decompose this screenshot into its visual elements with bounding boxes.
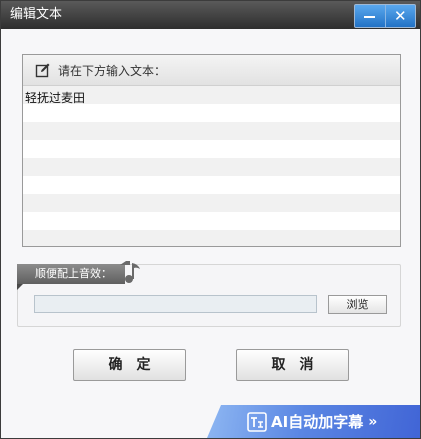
sound-effect-label: 顺便配上音效： (35, 267, 112, 280)
title-bar[interactable]: 编辑文本 ✕ (1, 1, 420, 29)
minimize-button[interactable] (355, 5, 385, 27)
text-editor-area: 轻抚过麦田 (23, 86, 400, 246)
ok-button[interactable]: 确定 (73, 349, 186, 381)
chevron-right-icon: » (368, 413, 378, 430)
window-title: 编辑文本 (10, 7, 63, 22)
text-input[interactable]: 轻抚过麦田 (23, 86, 400, 246)
browse-button[interactable]: 浏览 (328, 295, 387, 314)
sound-file-input[interactable] (34, 295, 317, 313)
window-controls: ✕ (354, 4, 416, 28)
ai-subtitle-button[interactable]: AI自动加字幕 » (207, 405, 420, 438)
sound-effect-tag: 顺便配上音效： (17, 264, 125, 284)
minimize-icon (364, 16, 376, 18)
music-note-icon (120, 261, 140, 283)
cancel-button[interactable]: 取消 (236, 349, 349, 381)
text-panel-header: 请在下方输入文本： (23, 55, 400, 86)
text-input-panel: 请在下方输入文本： 轻抚过麦田 (22, 54, 401, 247)
edit-text-dialog: 编辑文本 ✕ 请在下方输入文本： 轻抚过麦田 顺便配上音效： 浏览 确定 取消 … (0, 0, 421, 439)
close-button[interactable]: ✕ (384, 5, 416, 27)
edit-icon (35, 63, 50, 78)
tag-fold (17, 284, 23, 290)
text-prompt-label: 请在下方输入文本： (58, 63, 167, 78)
close-icon: ✕ (393, 7, 407, 25)
ai-subtitle-icon (247, 412, 267, 432)
sound-effect-panel: 顺便配上音效： 浏览 (17, 261, 401, 327)
ai-subtitle-label: AI自动加字幕 (271, 413, 364, 431)
